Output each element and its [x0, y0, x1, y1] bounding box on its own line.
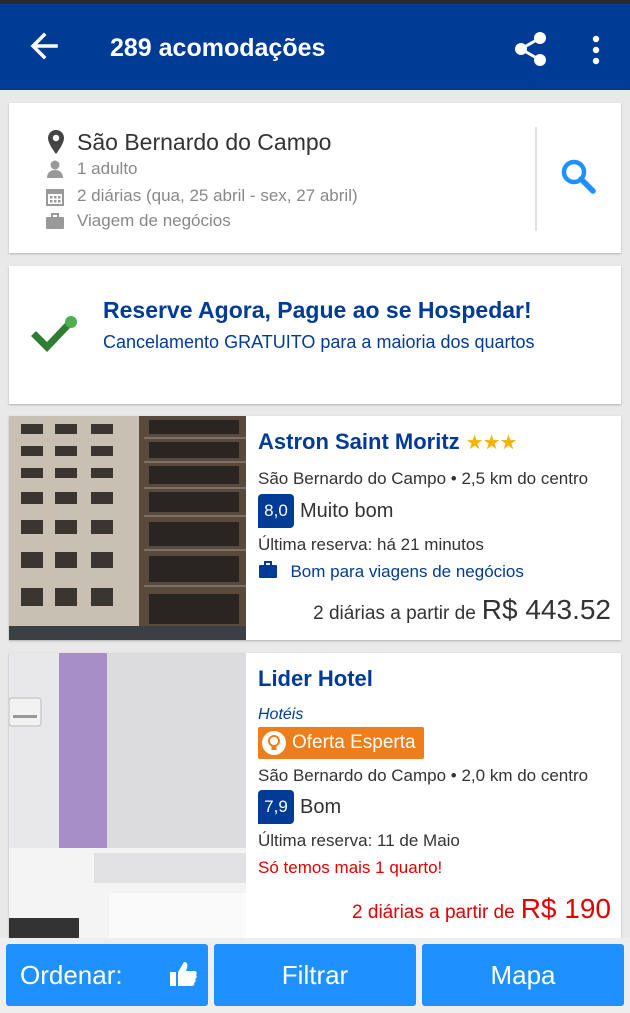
briefcase-icon [259, 561, 277, 578]
review-score-word: Bom [300, 795, 342, 818]
last-booking-text: Última reserva: 11 de Maio [258, 831, 460, 850]
promo-banner: Reserve Agora, Pague ao se Hospedar! Can… [9, 266, 621, 404]
smart-deal-text: Oferta Esperta [292, 732, 416, 753]
bottom-action-bar: Ordenar: Filtrar Mapa [0, 938, 630, 1013]
hotel-card[interactable]: Lider Hotel Hotéis Oferta Esperta São Be… [9, 653, 621, 943]
review-score-row: 7,9 Bom [258, 790, 341, 824]
last-booking-text: Última reserva: há 21 minutos [258, 535, 484, 554]
hotel-name: Astron Saint Moritz [258, 429, 460, 454]
review-score-word: Muito bom [300, 499, 394, 522]
search-summary-card[interactable]: São Bernardo do Campo 1 adulto 2 diárias… [9, 103, 621, 253]
vertical-divider [535, 127, 537, 231]
hotel-card[interactable]: Astron Saint Moritz ★★★ São Bernardo do C… [9, 416, 621, 640]
search-icon[interactable] [559, 157, 599, 197]
hotel-location: São Bernardo do Campo • 2,5 km do centro [258, 469, 589, 488]
lightbulb-icon [262, 731, 286, 755]
smart-deal-badge-pill: Oferta Esperta [258, 727, 424, 759]
map-button[interactable]: Mapa [422, 944, 624, 1006]
guests-text: 1 adulto [77, 159, 138, 178]
promo-headline: Reserve Agora, Pague ao se Hospedar! [103, 297, 532, 323]
trip-type-text: Viagem de negócios [77, 211, 231, 230]
sort-button[interactable]: Ordenar: [6, 944, 208, 1006]
hotel-name-row: Astron Saint Moritz ★★★ [258, 429, 518, 455]
location-pin-icon [48, 130, 64, 154]
calendar-icon [46, 189, 64, 206]
hotel-category: Hotéis [258, 706, 304, 723]
business-feature-text: Bom para viagens de negócios [290, 562, 524, 581]
hotel-name: Lider Hotel [258, 666, 373, 691]
price-value: R$ 190 [520, 893, 611, 924]
filter-button[interactable]: Filtrar [214, 944, 416, 1006]
more-vert-icon[interactable] [584, 32, 608, 68]
checkmark-icon [31, 316, 77, 353]
share-icon[interactable] [510, 28, 552, 70]
briefcase-icon [46, 213, 64, 229]
price-label: 2 diárias a partir de [313, 603, 476, 624]
back-arrow-icon[interactable] [26, 26, 62, 66]
promo-subtext: Cancelamento GRATUITO para a maioria dos… [103, 332, 535, 352]
price-label: 2 diárias a partir de [352, 902, 515, 923]
person-icon [47, 160, 63, 178]
star-rating-icon: ★★★ [465, 432, 518, 454]
sort-label: Ordenar: [20, 959, 123, 990]
business-feature-row: Bom para viagens de negócios [258, 561, 524, 582]
hotel-location: São Bernardo do Campo • 2,0 km do centro [258, 766, 589, 785]
price-row: 2 diárias a partir de R$ 190 [352, 893, 611, 925]
app-bar: 289 acomodações [0, 0, 630, 90]
price-value: R$ 443.52 [481, 594, 611, 625]
price-row: 2 diárias a partir de R$ 443.52 [313, 594, 611, 626]
page-title: 289 acomodações [110, 34, 326, 62]
review-score-badge: 8,0 [258, 494, 294, 528]
scarcity-text: Só temos mais 1 quarto! [258, 858, 443, 877]
thumbs-up-icon [170, 962, 197, 986]
hotel-photo[interactable] [9, 416, 246, 640]
dates-text: 2 diárias (qua, 25 abril - sex, 27 abril… [77, 186, 358, 205]
smart-deal-badge: Oferta Esperta [258, 727, 424, 760]
review-score-row: 8,0 Muito bom [258, 494, 393, 528]
hotel-photo[interactable] [9, 653, 246, 943]
review-score-badge: 7,9 [258, 790, 294, 824]
destination-text: São Bernardo do Campo [77, 129, 332, 155]
